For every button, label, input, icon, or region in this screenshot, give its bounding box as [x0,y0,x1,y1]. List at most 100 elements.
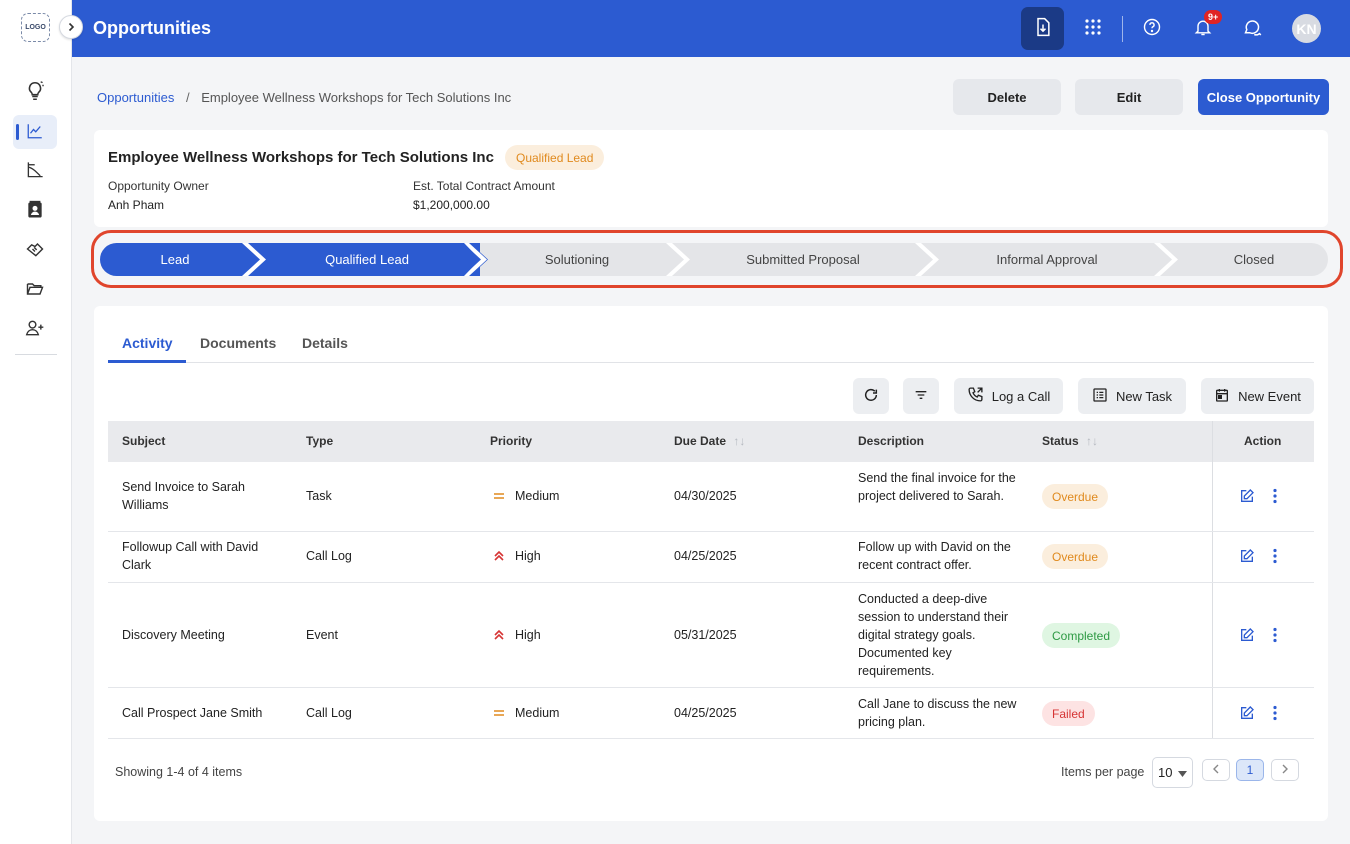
tab-details[interactable]: Details [302,335,348,351]
sidebar-item-opportunities[interactable] [13,115,57,149]
sidebar-item-ideas[interactable] [13,75,57,109]
cell-description: Follow up with David on the recent contr… [858,540,1011,572]
column-header-type: Type [306,434,334,448]
chevron-left-icon [1212,763,1220,777]
close-opportunity-button[interactable]: Close Opportunity [1198,79,1329,115]
download-button[interactable] [1021,7,1064,50]
column-header-subject: Subject [122,434,166,448]
task-list-icon [1092,387,1108,406]
refresh-button[interactable] [853,378,889,414]
lightbulb-icon [24,80,46,105]
sidebar-item-forecast[interactable] [13,154,57,188]
chat-button[interactable] [1231,7,1274,50]
more-options-icon[interactable] [1267,548,1283,567]
edit-icon[interactable] [1239,705,1255,724]
cell-subject: Discovery Meeting [122,628,225,642]
rail-divider [15,354,57,355]
column-header-due-date[interactable]: Due Date ↑↓ [674,434,745,448]
items-per-page-select[interactable]: 10 [1152,757,1193,788]
breadcrumb-separator: / [185,90,190,105]
tab-bar: Activity Documents Details [108,331,1314,363]
activity-card: Activity Documents Details Log a Call Ne… [94,306,1328,821]
left-rail: LOGO [0,0,72,844]
filter-button[interactable] [903,378,939,414]
opportunity-name: Employee Wellness Workshops for Tech Sol… [108,149,494,166]
sidebar-item-contacts[interactable] [13,194,57,228]
edit-icon[interactable] [1239,488,1255,507]
stage-badge: Qualified Lead [505,145,605,170]
tab-activity[interactable]: Activity [122,335,173,351]
tab-documents[interactable]: Documents [200,335,276,351]
next-page-button[interactable] [1271,759,1299,781]
edit-icon[interactable] [1239,627,1255,646]
new-event-label: New Event [1238,388,1301,404]
priority-high-icon [493,550,505,565]
stage-path-highlight [91,230,1343,288]
items-per-page-value: 10 [1158,765,1173,780]
page-button-current[interactable]: 1 [1236,759,1264,781]
chat-bubbles-icon [1242,17,1263,41]
owner-value: Anh Pham [108,198,165,212]
folder-open-icon [25,279,45,302]
breadcrumb-root-link[interactable]: Opportunities [97,90,174,105]
cell-due-date: 04/30/2025 [674,489,737,503]
grid-apps-icon [1084,18,1102,39]
log-call-button[interactable]: Log a Call [954,378,1063,414]
expand-sidebar-button[interactable] [59,15,83,39]
column-header-description: Description [858,434,925,448]
apps-button[interactable] [1071,7,1114,50]
opportunity-summary-card: Employee Wellness Workshops for Tech Sol… [94,130,1328,227]
edit-button[interactable]: Edit [1075,79,1183,115]
new-event-button[interactable]: New Event [1201,378,1314,414]
previous-page-button[interactable] [1202,759,1230,781]
column-header-status-label: Status [1042,434,1079,448]
more-options-icon[interactable] [1267,488,1283,507]
new-task-button[interactable]: New Task [1078,378,1186,414]
cell-priority: Medium [515,489,560,503]
table-row[interactable]: Call Prospect Jane Smith Call Log Medium… [108,688,1314,739]
cell-type: Event [306,628,338,642]
cell-due-date: 05/31/2025 [674,628,737,642]
priority-medium-icon [493,707,505,722]
sort-icon[interactable]: ↑↓ [1086,434,1098,448]
help-button[interactable] [1130,7,1173,50]
column-header-status[interactable]: Status ↑↓ [1042,434,1098,448]
delete-button[interactable]: Delete [953,79,1061,115]
sidebar-item-add-user[interactable] [13,312,57,346]
sort-icon[interactable]: ↑↓ [733,434,745,448]
cell-type: Call Log [306,549,352,563]
top-bar: Opportunities 9+ KN [72,0,1350,57]
table-row[interactable]: Send Invoice to Sarah Williams Task Medi… [108,462,1314,532]
column-header-priority: Priority [490,434,533,448]
cell-subject: Followup Call with David Clark [122,540,259,572]
user-avatar[interactable]: KN [1292,14,1321,43]
notifications-button[interactable]: 9+ [1181,7,1224,50]
status-badge: Overdue [1042,484,1109,509]
cell-subject: Call Prospect Jane Smith [122,706,263,720]
cell-priority: Medium [515,706,560,720]
more-options-icon[interactable] [1267,627,1283,646]
edit-icon[interactable] [1239,548,1255,567]
log-call-label: Log a Call [991,388,1051,404]
column-header-due-date-label: Due Date [674,434,727,448]
cell-priority: High [515,628,541,642]
pagination-summary: Showing 1-4 of 4 items [115,765,243,779]
table-row[interactable]: Followup Call with David Clark Call Log … [108,532,1314,583]
calendar-icon [1214,387,1230,406]
line-chart-icon [26,160,45,182]
cell-due-date: 04/25/2025 [674,549,737,563]
logo: LOGO [21,13,50,42]
column-header-action: Action [1244,434,1282,448]
status-badge: Failed [1042,701,1095,726]
header-divider [1122,16,1123,42]
notification-badge: 9+ [1204,10,1223,24]
filter-icon [913,387,929,406]
sidebar-item-deals[interactable] [13,233,57,267]
more-options-icon[interactable] [1267,705,1283,724]
table-header: Subject Type Priority Due Date ↑↓ Descri… [108,421,1314,462]
priority-medium-icon [493,490,505,505]
contact-card-icon [25,200,45,223]
phone-call-icon [967,386,984,406]
sidebar-item-documents[interactable] [13,273,57,307]
table-row[interactable]: Discovery Meeting Event High 05/31/2025 … [108,583,1314,688]
